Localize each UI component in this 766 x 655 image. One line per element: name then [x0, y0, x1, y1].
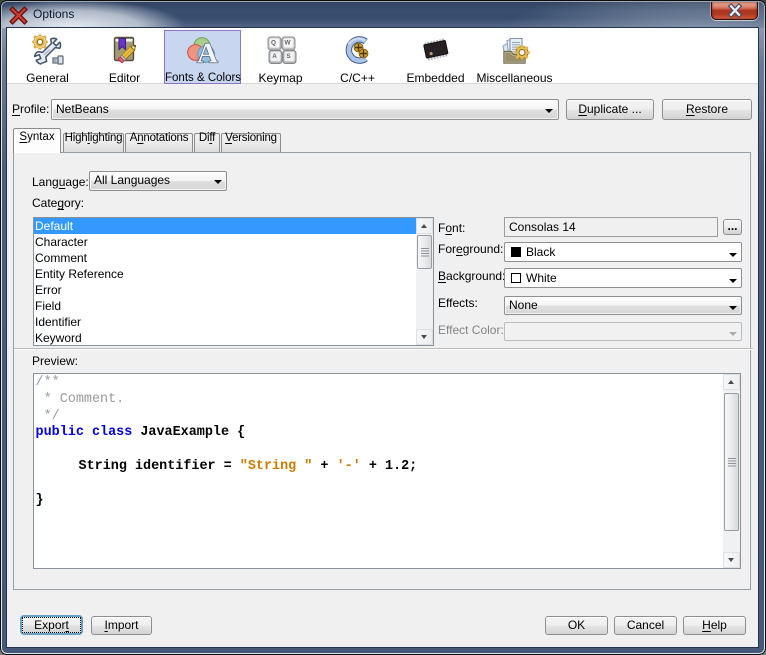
svg-text:W: W: [284, 40, 291, 47]
svg-text:Q: Q: [271, 40, 276, 47]
svg-text:A: A: [197, 38, 218, 68]
svg-text:A: A: [272, 53, 277, 60]
svg-text:S: S: [286, 53, 291, 60]
